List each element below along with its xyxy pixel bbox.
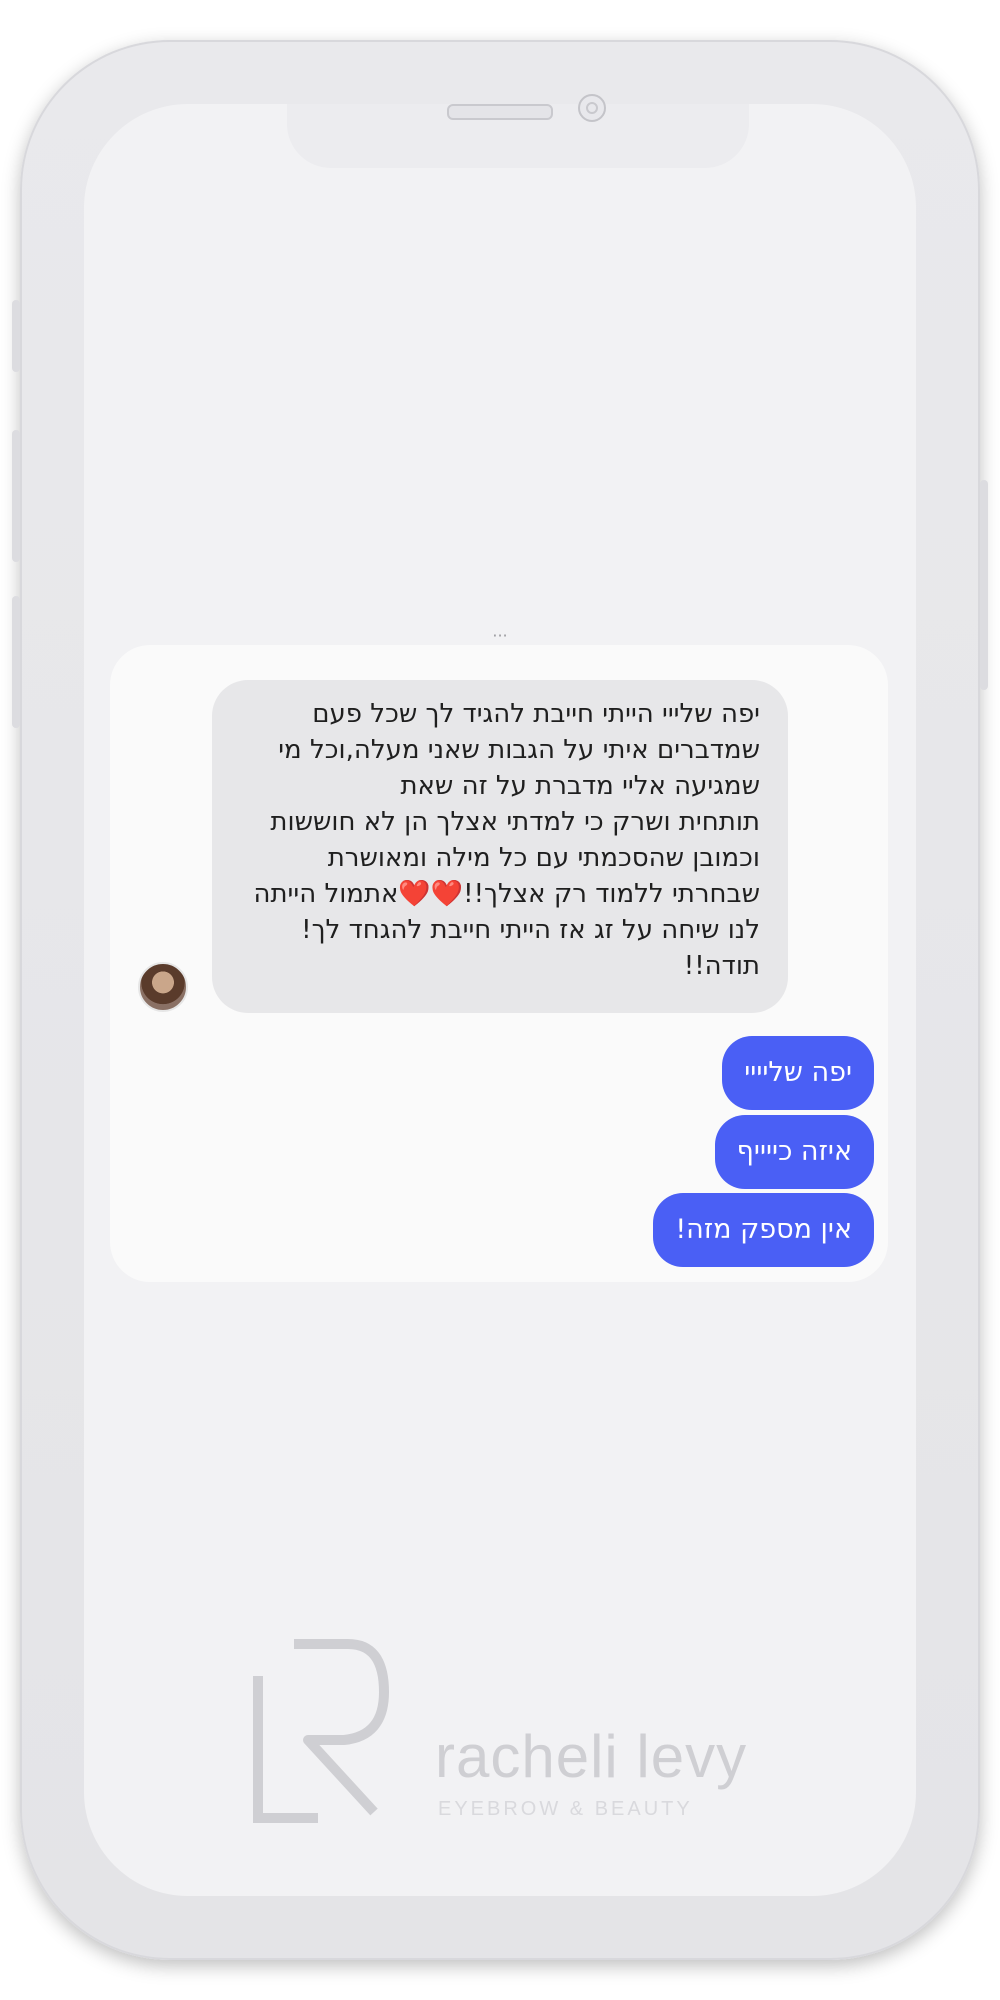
speaker-grille (447, 104, 553, 120)
volume-down-button (12, 596, 20, 728)
outgoing-message-bubble[interactable]: אין מספק מזה! (653, 1193, 874, 1267)
outgoing-message-bubble[interactable]: יפה שליייי (722, 1036, 874, 1110)
sender-avatar[interactable] (138, 962, 188, 1012)
front-camera-icon (578, 94, 606, 122)
brand-logo: racheli levy EYEBROW & BEAUTY (248, 1636, 768, 1836)
cropped-timestamp: ··· (492, 628, 508, 645)
power-button (980, 480, 988, 690)
incoming-message-line: יפה שלייי הייתי חייבת להגיד לך שכל פעם ש… (278, 699, 760, 801)
volume-up-button (12, 430, 20, 562)
brand-name: racheli levy (435, 1723, 748, 1790)
incoming-message-bubble[interactable]: יפה שלייי הייתי חייבת להגיד לך שכל פעם ש… (212, 680, 788, 1013)
outgoing-message-bubble[interactable]: איזה כייייף (714, 1115, 874, 1189)
incoming-message-line: תותחית ושרק כי למדתי אצלך הן לא חוששות ו… (253, 807, 760, 981)
lr-monogram-icon (253, 1639, 389, 1823)
brand-tagline: EYEBROW & BEAUTY (438, 1798, 693, 1820)
mockup-stage: ··· יפה שלייי הייתי חייבת להגיד לך שכל פ… (0, 0, 1000, 2000)
silent-switch (12, 300, 20, 372)
